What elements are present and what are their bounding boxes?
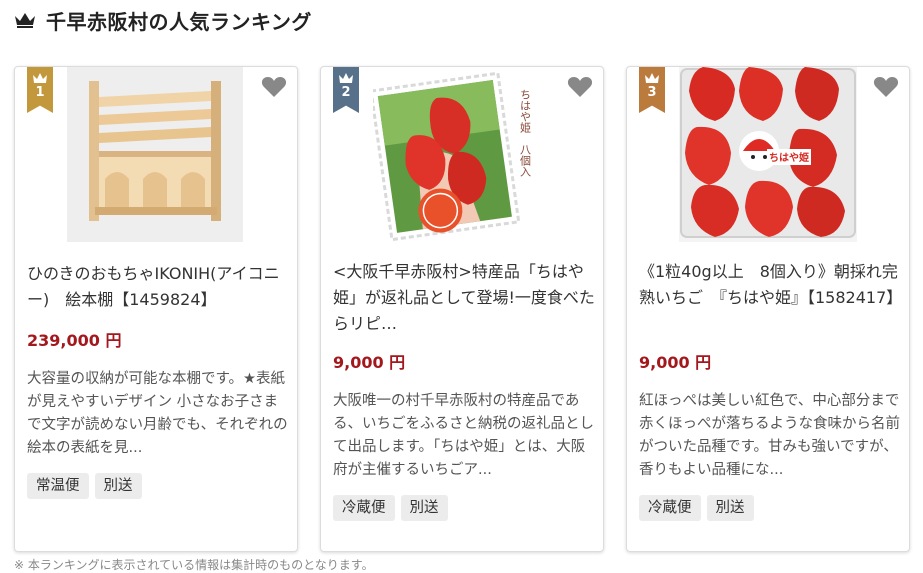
heart-icon[interactable] bbox=[873, 75, 899, 99]
shipping-tag: 別送 bbox=[400, 495, 448, 521]
rank-badge: 2 bbox=[333, 67, 359, 113]
rank-badge: 3 bbox=[639, 67, 665, 113]
shipping-tag: 冷蔵便 bbox=[333, 495, 395, 521]
rank-number: 2 bbox=[341, 85, 351, 100]
product-price: 9,000 円 bbox=[639, 353, 712, 372]
rank-number: 1 bbox=[35, 85, 45, 100]
shipping-tags: 常温便 別送 bbox=[27, 473, 142, 499]
bookshelf-photo bbox=[67, 67, 243, 242]
product-description: 紅ほっぺは美しい紅色で、中心部分まで赤くほっぺが落ちるような食味から名前がついた… bbox=[639, 393, 900, 478]
heart-icon[interactable] bbox=[567, 75, 593, 99]
ranking-card-1[interactable]: 1 ひのきのおもちゃIKONIH(アイコニー) 絵本棚【1459824】 239… bbox=[14, 66, 298, 552]
product-name-link[interactable]: ひのきのおもちゃIKONIH(アイコニー) 絵本棚【1459824】 bbox=[27, 261, 289, 313]
shipping-tag: 別送 bbox=[94, 473, 142, 499]
shipping-tags: 冷蔵便 別送 bbox=[639, 495, 754, 521]
crown-icon bbox=[33, 73, 47, 83]
rank-number: 3 bbox=[647, 85, 657, 100]
ranking-header: 千早赤阪村の人気ランキング bbox=[14, 6, 312, 34]
footnote: ※ 本ランキングに表示されている情報は集計時のものとなります。 bbox=[14, 558, 374, 572]
shipping-tag: 常温便 bbox=[27, 473, 89, 499]
strawberry-stamp-photo: ちはや姫 八個入 bbox=[373, 67, 549, 242]
product-description: 大阪唯一の村千早赤阪村の特産品である、いちごをふるさと納税の返礼品として出品しま… bbox=[333, 393, 594, 478]
product-description: 大容量の収納が可能な本棚です。★表紙が見えやすいデザイン 小さなお子さまで文字が… bbox=[27, 371, 288, 456]
product-image[interactable] bbox=[67, 67, 243, 242]
svg-text:ちはや姫 八個入: ちはや姫 八個入 bbox=[519, 89, 532, 177]
rank-badge: 1 bbox=[27, 67, 53, 113]
crown-icon bbox=[15, 13, 35, 28]
svg-text:ちはや姫: ちはや姫 bbox=[769, 151, 809, 164]
crown-icon bbox=[645, 73, 659, 83]
page-title: 千早赤阪村の人気ランキング bbox=[46, 9, 312, 34]
product-name-link[interactable]: <大阪千早赤阪村>特産品「ちはや姫」が返礼品として登場!一度食べたらリピ… bbox=[333, 259, 595, 337]
crown-icon bbox=[339, 73, 353, 83]
product-price: 239,000 円 bbox=[27, 331, 122, 350]
shipping-tag: 別送 bbox=[706, 495, 754, 521]
product-name-link[interactable]: 《1粒40g以上 8個入り》朝採れ完熟いちご 『ちはや姫』【1582417】 bbox=[639, 259, 902, 311]
shipping-tag: 冷蔵便 bbox=[639, 495, 701, 521]
ranking-card-3[interactable]: 3 ちはや姫 《1粒40g以上 8個入り》朝採れ完熟いちご 『ちはや姫』【158… bbox=[626, 66, 910, 552]
product-image[interactable]: ちはや姫 八個入 bbox=[373, 67, 549, 242]
product-price: 9,000 円 bbox=[333, 353, 406, 372]
product-image[interactable]: ちはや姫 bbox=[679, 67, 857, 242]
strawberry-pack-photo: ちはや姫 bbox=[679, 67, 857, 242]
ranking-card-2[interactable]: 2 ちはや姫 八個入 <大阪千早赤阪村>特産品「ちはや姫」が返礼品として登場!一… bbox=[320, 66, 604, 552]
shipping-tags: 冷蔵便 別送 bbox=[333, 495, 448, 521]
heart-icon[interactable] bbox=[261, 75, 287, 99]
